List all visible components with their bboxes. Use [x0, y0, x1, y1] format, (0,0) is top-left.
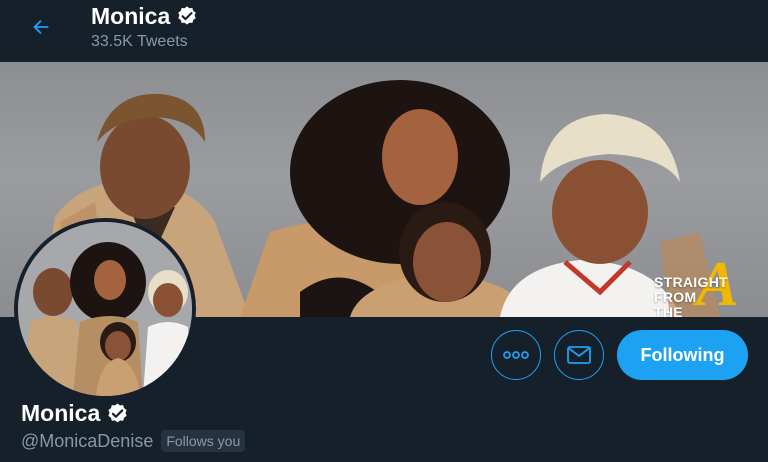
header-name: Monica [91, 3, 171, 29]
verified-badge-icon [108, 402, 127, 422]
arrow-left-icon [33, 19, 49, 35]
message-button[interactable] [554, 330, 604, 380]
more-options-button[interactable] [491, 330, 541, 380]
more-horizontal-icon [503, 351, 529, 359]
envelope-icon [567, 346, 591, 364]
header-name-row: Monica [91, 2, 198, 30]
tweet-count: 33.5K Tweets [91, 33, 188, 50]
profile-handle-row: @MonicaDenise Follows you [21, 430, 246, 452]
verified-badge-icon [178, 6, 196, 25]
profile-name: Monica [21, 400, 101, 426]
profile-header-bar: Monica 33.5K Tweets [0, 0, 768, 62]
watermark-logo-text: STRAIGHT FROM THE [654, 274, 728, 318]
profile-handle: @MonicaDenise [21, 431, 154, 451]
profile-name-row: Monica [21, 398, 129, 428]
back-button[interactable] [22, 8, 60, 46]
following-button[interactable]: Following [617, 330, 748, 380]
avatar[interactable] [14, 218, 196, 400]
follows-you-badge: Follows you [161, 430, 246, 452]
